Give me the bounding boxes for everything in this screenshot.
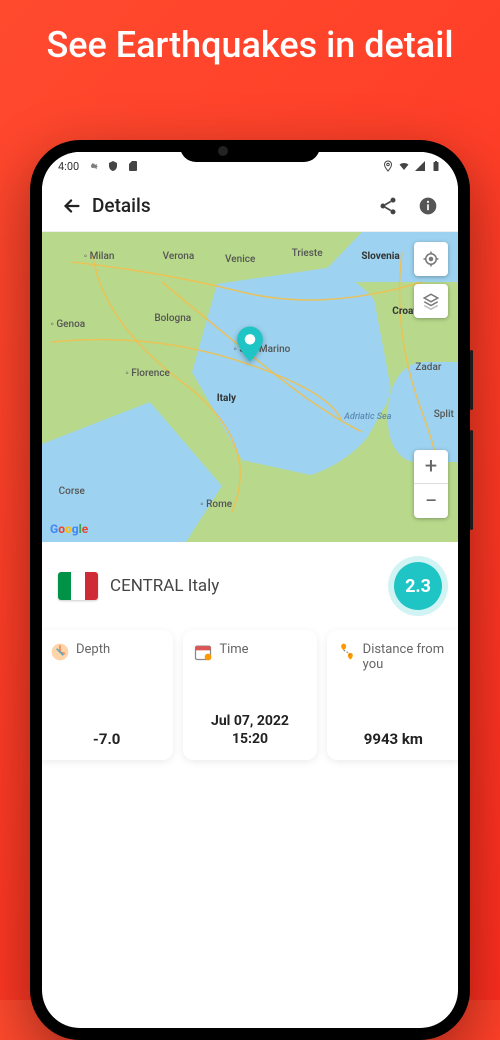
depth-icon: [50, 642, 70, 662]
wifi-icon: [398, 160, 410, 172]
arrow-left-icon: [61, 195, 83, 217]
map-city-label: Split: [434, 409, 454, 420]
map-city-label: ◦ Rome: [200, 499, 232, 510]
map-country-label: Italy: [217, 393, 236, 404]
map-city-label: Venice: [225, 254, 255, 265]
map[interactable]: ◦ San Marino Italy Slovenia Croatia ◦ Mi…: [42, 232, 458, 542]
map-city-label: ◦ Genoa: [50, 319, 85, 330]
back-button[interactable]: [52, 186, 92, 226]
depth-card[interactable]: Depth -7.0: [42, 630, 173, 760]
map-city-label: ◦ Milan: [84, 251, 115, 262]
calendar-icon: [193, 642, 213, 662]
card-label: Time: [219, 642, 248, 657]
time-card[interactable]: Time Jul 07, 202215:20: [183, 630, 316, 760]
promo-title: See Earthquakes in detail: [0, 0, 500, 87]
phone-side-button: [470, 430, 473, 530]
phone-side-button: [470, 350, 473, 410]
map-city-label: Trieste: [292, 248, 323, 259]
map-layers-button[interactable]: [414, 284, 448, 318]
battery-icon: [430, 160, 442, 172]
distance-card[interactable]: Distance from you 9943 km: [327, 630, 458, 760]
depth-value: -7.0: [50, 730, 163, 748]
share-icon: [378, 196, 398, 216]
cell-signal-icon: [414, 160, 426, 172]
distance-icon: [337, 642, 357, 662]
card-label: Depth: [76, 642, 110, 657]
info-button[interactable]: [408, 186, 448, 226]
map-city-label: Bologna: [154, 313, 191, 324]
google-watermark: Google: [50, 522, 88, 536]
map-zoom-in-button[interactable]: +: [414, 450, 448, 484]
info-cards: Depth -7.0 Time Jul 07, 202215:20 Distan…: [42, 630, 458, 780]
app-bar: Details: [42, 180, 458, 232]
map-sea: [42, 402, 222, 542]
map-city-label: Verona: [163, 251, 195, 262]
map-country-label: Slovenia: [361, 251, 399, 262]
location-header: CENTRAL Italy 2.3: [42, 542, 458, 630]
distance-value: 9943 km: [337, 730, 450, 748]
crosshair-icon: [422, 250, 440, 268]
phone-screen: 4:00 Details: [42, 152, 458, 1028]
location-icon: [382, 160, 394, 172]
share-button[interactable]: [368, 186, 408, 226]
page-title: Details: [92, 194, 368, 217]
map-pin[interactable]: [236, 326, 264, 362]
magnitude-badge: 2.3: [394, 562, 442, 610]
map-city-label: ◦ Florence: [125, 368, 170, 379]
shield-icon: [107, 160, 119, 172]
map-city-label: Zadar: [415, 362, 441, 373]
map-locate-button[interactable]: [414, 242, 448, 276]
phone-notch: [180, 140, 320, 162]
location-name: CENTRAL Italy: [110, 576, 382, 596]
gear-icon: [87, 160, 99, 172]
status-time: 4:00: [58, 160, 79, 173]
map-zoom-control: + −: [414, 450, 448, 518]
card-label: Distance from you: [363, 642, 450, 672]
time-value: Jul 07, 202215:20: [193, 712, 306, 748]
layers-icon: [422, 292, 440, 310]
map-region-label: Corse: [59, 486, 85, 497]
flag-italy-icon: [58, 572, 98, 600]
sd-card-icon: [127, 160, 139, 172]
map-zoom-out-button[interactable]: −: [414, 484, 448, 518]
phone-frame: 4:00 Details: [30, 140, 470, 1040]
map-sea-label: Adriatic Sea: [344, 412, 391, 422]
info-icon: [418, 196, 438, 216]
